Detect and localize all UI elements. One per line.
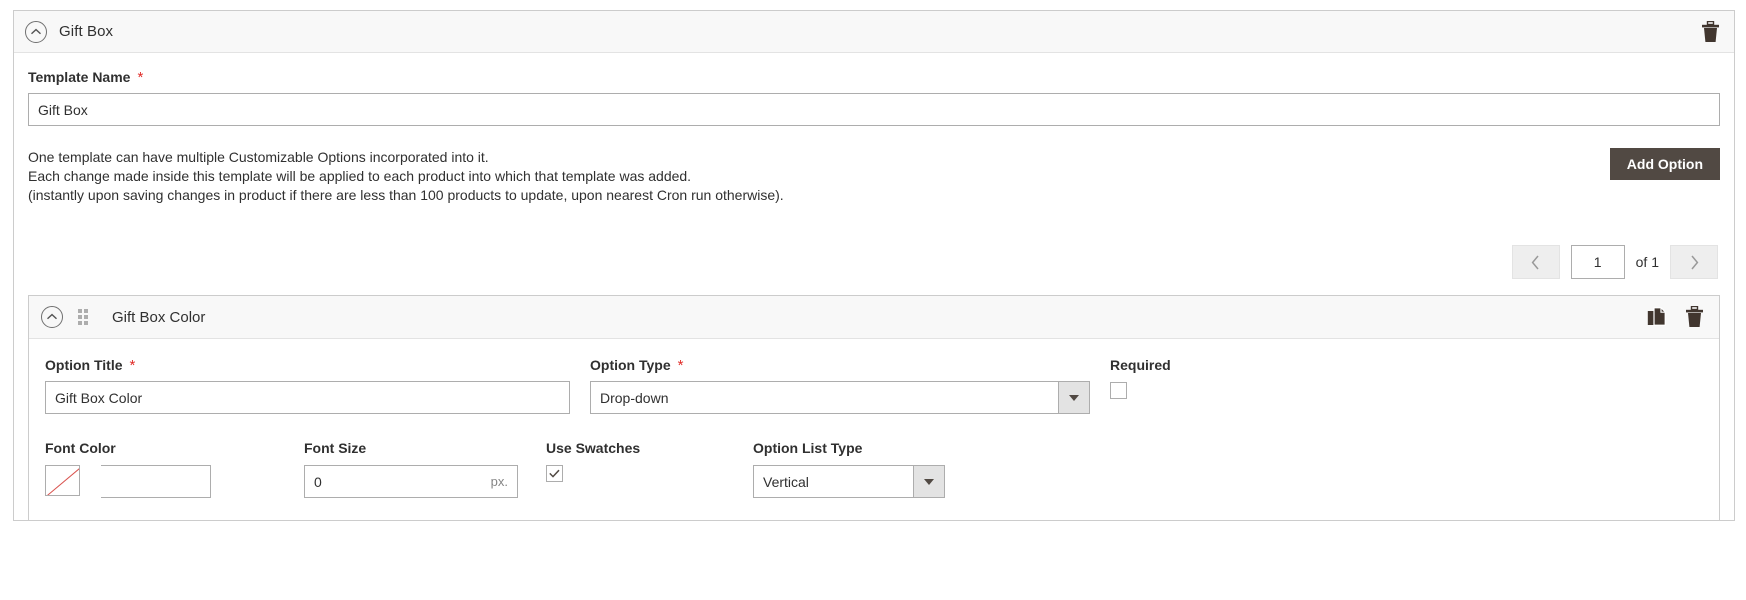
option-list-type-label: Option List Type bbox=[753, 440, 863, 456]
option-title-label-text: Option Title bbox=[45, 357, 123, 373]
trash-icon[interactable] bbox=[1685, 306, 1704, 328]
pagination: of 1 bbox=[28, 245, 1720, 279]
chevron-down-icon[interactable] bbox=[1058, 382, 1089, 413]
color-swatch-icon[interactable] bbox=[45, 465, 80, 496]
chevron-up-circle-icon[interactable] bbox=[25, 20, 47, 43]
template-name-label: Template Name * bbox=[28, 69, 1720, 85]
option-row-2: Font Color Font Size px. bbox=[45, 440, 1703, 520]
use-swatches-checkbox[interactable] bbox=[546, 465, 563, 482]
option-title-label: Option Title * bbox=[45, 357, 570, 373]
copy-icon[interactable] bbox=[1647, 306, 1667, 328]
chevron-down-icon[interactable] bbox=[913, 466, 944, 497]
font-color-input[interactable] bbox=[101, 465, 211, 498]
option-list-type-field: Option List Type Vertical bbox=[753, 440, 953, 498]
template-panel-body: Template Name * One template can have mu… bbox=[14, 53, 1734, 520]
option-type-select[interactable]: Drop-down bbox=[590, 381, 1090, 414]
page-root: Gift Box Template Name * One template ca… bbox=[0, 0, 1746, 600]
required-asterisk: * bbox=[129, 356, 136, 374]
option-header-actions bbox=[1647, 306, 1704, 328]
option-card-body: Option Title * Option Type * bbox=[29, 339, 1719, 520]
option-list-type-select-wrapper: Vertical bbox=[753, 465, 945, 498]
required-asterisk: * bbox=[677, 356, 684, 374]
option-type-label-text: Option Type bbox=[590, 357, 671, 373]
font-size-control: px. bbox=[304, 465, 518, 498]
option-card-header: Gift Box Color bbox=[29, 296, 1719, 339]
chevron-up-circle-icon[interactable] bbox=[41, 306, 63, 328]
option-type-select-wrapper: Drop-down bbox=[590, 381, 1090, 414]
template-panel: Gift Box Template Name * One template ca… bbox=[13, 10, 1735, 521]
template-panel-header: Gift Box bbox=[14, 11, 1734, 53]
option-row-1: Option Title * Option Type * bbox=[45, 357, 1703, 414]
template-name-label-text: Template Name bbox=[28, 69, 131, 85]
font-color-label: Font Color bbox=[45, 440, 116, 456]
required-checkbox[interactable] bbox=[1110, 382, 1127, 399]
font-size-label: Font Size bbox=[304, 440, 367, 456]
info-line-3: (instantly upon saving changes in produc… bbox=[28, 187, 784, 203]
option-type-selected-value: Drop-down bbox=[600, 389, 669, 406]
info-line-1: One template can have multiple Customiza… bbox=[28, 149, 489, 165]
add-option-button[interactable]: Add Option bbox=[1609, 148, 1720, 180]
check-icon bbox=[549, 469, 560, 478]
font-size-unit-label: px. bbox=[490, 474, 508, 489]
next-page-button[interactable] bbox=[1670, 245, 1718, 279]
option-type-field: Option Type * Drop-down bbox=[590, 357, 1090, 414]
page-total-label: of 1 bbox=[1635, 254, 1659, 270]
template-info-text: One template can have multiple Customiza… bbox=[28, 148, 784, 205]
font-size-input[interactable] bbox=[304, 465, 518, 498]
font-color-field: Font Color bbox=[45, 440, 278, 498]
required-asterisk: * bbox=[137, 68, 144, 86]
previous-page-button[interactable] bbox=[1511, 245, 1560, 279]
trash-icon[interactable] bbox=[1701, 20, 1720, 43]
option-type-label: Option Type * bbox=[590, 357, 1090, 373]
template-name-input[interactable] bbox=[28, 93, 1720, 126]
use-swatches-label: Use Swatches bbox=[546, 440, 641, 456]
font-size-field: Font Size px. bbox=[304, 440, 520, 498]
page-number-input[interactable] bbox=[1570, 245, 1625, 279]
required-label: Required bbox=[1110, 357, 1171, 373]
info-row: One template can have multiple Customiza… bbox=[28, 148, 1720, 211]
use-swatches-field: Use Swatches bbox=[546, 440, 746, 483]
info-line-2: Each change made inside this template wi… bbox=[28, 168, 692, 184]
page-title: Gift Box bbox=[59, 23, 114, 40]
option-title-field: Option Title * bbox=[45, 357, 570, 414]
option-title-input[interactable] bbox=[45, 381, 570, 414]
required-field: Required bbox=[1110, 357, 1290, 404]
option-list-type-selected-value: Vertical bbox=[763, 473, 809, 490]
font-color-control bbox=[45, 465, 278, 498]
option-card: Gift Box Color Option Title * Gift Box C… bbox=[28, 295, 1720, 520]
drag-handle-icon[interactable] bbox=[78, 309, 88, 325]
option-title-heading: Gift Box Color bbox=[112, 308, 206, 326]
